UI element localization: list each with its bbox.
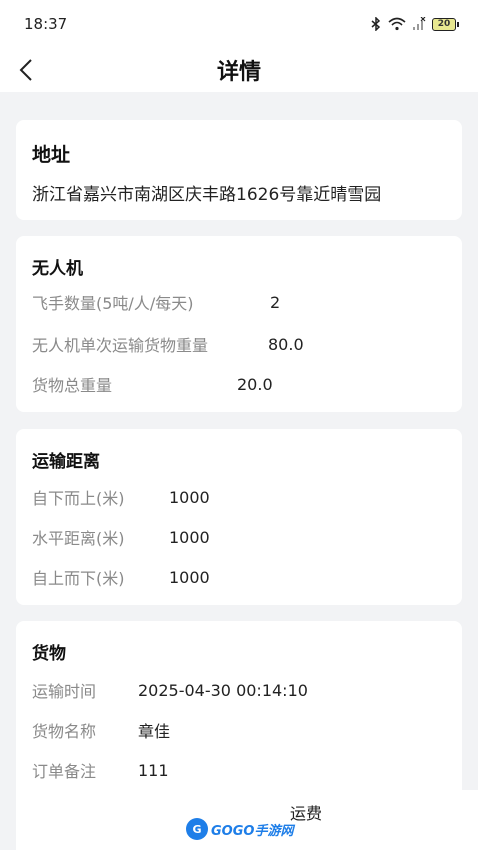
row-label: 飞手数量(5吨/人/每天) bbox=[32, 294, 194, 313]
watermark: G GOGO手游网 bbox=[186, 818, 293, 840]
address-text: 浙江省嘉兴市南湖区庆丰路1626号靠近晴雪园 bbox=[32, 185, 382, 205]
row-value: 2 bbox=[270, 292, 281, 312]
wifi-icon bbox=[388, 17, 406, 31]
distance-card: 运输距离 自下而上(米) 1000 水平距离(米) 1000 自上而下(米) 1… bbox=[16, 429, 462, 605]
row-label: 自下而上(米) bbox=[32, 489, 125, 508]
row-value: 1000 bbox=[169, 567, 210, 587]
row-label: 自上而下(米) bbox=[32, 569, 125, 588]
drone-row-total-weight: 货物总重量 20.0 bbox=[32, 372, 446, 396]
row-value: 1000 bbox=[169, 527, 210, 547]
address-card: 地址 浙江省嘉兴市南湖区庆丰路1626号靠近晴雪园 bbox=[16, 120, 462, 220]
drone-title: 无人机 bbox=[32, 259, 83, 279]
row-label: 无人机单次运输货物重量 bbox=[32, 336, 209, 355]
row-value: 80.0 bbox=[268, 334, 304, 354]
back-button[interactable] bbox=[10, 54, 42, 86]
row-value: 20.0 bbox=[237, 374, 273, 394]
fade-overlay bbox=[340, 790, 478, 850]
cargo-row-note: 订单备注 111 bbox=[32, 758, 446, 782]
row-label: 货物总重量 bbox=[32, 376, 113, 395]
distance-title: 运输距离 bbox=[32, 452, 100, 472]
status-bar: 18:37 20 bbox=[0, 0, 478, 48]
cargo-row-name: 货物名称 章佳 bbox=[32, 718, 446, 742]
bluetooth-icon bbox=[371, 17, 381, 31]
page-title: 详情 bbox=[216, 60, 261, 85]
address-title: 地址 bbox=[32, 144, 71, 166]
row-value: 111 bbox=[138, 760, 169, 780]
row-label: 订单备注 bbox=[32, 762, 97, 781]
row-label: 水平距离(米) bbox=[32, 529, 125, 548]
watermark-logo-icon: G bbox=[186, 818, 208, 840]
status-time: 18:37 bbox=[24, 15, 68, 33]
signal-icon bbox=[413, 17, 426, 30]
row-value: 1000 bbox=[169, 487, 210, 507]
row-label: 货物名称 bbox=[32, 722, 97, 741]
battery-icon: 20 bbox=[432, 17, 459, 31]
watermark-text: GOGO手游网 bbox=[211, 823, 294, 839]
drone-row-load: 无人机单次运输货物重量 80.0 bbox=[32, 332, 446, 356]
row-value: 章佳 bbox=[138, 722, 171, 741]
distance-row-down: 自上而下(米) 1000 bbox=[32, 565, 446, 589]
status-icons: 20 bbox=[370, 17, 459, 31]
chevron-left-icon bbox=[19, 59, 32, 81]
distance-row-up: 自下而上(米) 1000 bbox=[32, 485, 446, 509]
freight-button[interactable]: 运费 bbox=[290, 800, 322, 824]
drone-card: 无人机 飞手数量(5吨/人/每天) 2 无人机单次运输货物重量 80.0 货物总… bbox=[16, 236, 462, 412]
drone-row-pilots: 飞手数量(5吨/人/每天) 2 bbox=[32, 290, 446, 314]
battery-level: 20 bbox=[437, 19, 451, 29]
cargo-title: 货物 bbox=[32, 644, 66, 664]
cargo-row-time: 运输时间 2025-04-30 00:14:10 bbox=[32, 678, 446, 702]
row-value: 2025-04-30 00:14:10 bbox=[138, 680, 308, 700]
header: 详情 bbox=[0, 48, 478, 92]
distance-row-horizontal: 水平距离(米) 1000 bbox=[32, 525, 446, 549]
row-label: 运输时间 bbox=[32, 682, 97, 701]
